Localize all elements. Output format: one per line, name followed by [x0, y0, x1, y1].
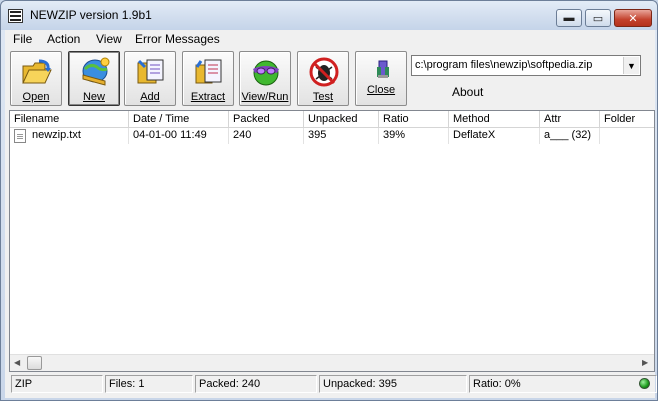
- close-archive-icon: [377, 60, 389, 78]
- add-button[interactable]: Add: [124, 51, 176, 106]
- close-window-button[interactable]: ✕: [614, 9, 652, 27]
- status-archive-type: ZIP: [11, 375, 103, 393]
- app-icon[interactable]: [8, 9, 23, 23]
- title-bar[interactable]: NEWZIP version 1.9b1 ▬ ▭ ✕: [1, 1, 657, 30]
- col-method[interactable]: Method: [449, 111, 540, 128]
- archive-path-dropdown[interactable]: c:\program files\newzip\softpedia.zip ▼: [411, 55, 641, 76]
- horizontal-scrollbar[interactable]: ◀ ▶: [10, 354, 654, 371]
- open-label: Open: [22, 91, 50, 103]
- about-button[interactable]: About: [452, 85, 483, 99]
- status-packed: Packed: 240: [195, 375, 317, 393]
- test-label: Test: [312, 91, 334, 103]
- status-files: Files: 1: [105, 375, 193, 393]
- col-filename[interactable]: Filename: [10, 111, 129, 128]
- view-run-icon: [253, 60, 279, 86]
- scroll-thumb[interactable]: [27, 356, 42, 370]
- status-led-icon: [639, 378, 650, 389]
- new-archive-icon: [82, 57, 110, 86]
- cell-filename: newzip.txt: [10, 128, 129, 144]
- cell-datetime: 04-01-00 11:49: [129, 128, 229, 144]
- filename-text: newzip.txt: [32, 129, 81, 141]
- menu-file[interactable]: File: [13, 32, 32, 46]
- menu-view[interactable]: View: [96, 32, 122, 46]
- scroll-left-icon[interactable]: ◀: [14, 358, 20, 367]
- add-label: Add: [140, 91, 160, 103]
- col-ratio[interactable]: Ratio: [379, 111, 449, 128]
- text-file-icon: [14, 129, 26, 143]
- scroll-right-icon[interactable]: ▶: [642, 358, 648, 367]
- close-label: Close: [366, 84, 396, 96]
- app-window: NEWZIP version 1.9b1 ▬ ▭ ✕ File Action V…: [0, 0, 658, 401]
- menu-action[interactable]: Action: [47, 32, 80, 46]
- status-unpacked: Unpacked: 395: [319, 375, 467, 393]
- new-button[interactable]: New: [68, 51, 120, 106]
- cell-unpacked: 395: [304, 128, 379, 144]
- status-bar: ZIP Files: 1 Packed: 240 Unpacked: 395 R…: [9, 375, 658, 393]
- view-run-button[interactable]: View/Run: [239, 51, 291, 106]
- col-folder[interactable]: Folder: [600, 111, 654, 128]
- list-header: Filename Date / Time Packed Unpacked Rat…: [10, 111, 654, 128]
- archive-path-value: c:\program files\newzip\softpedia.zip: [415, 59, 593, 71]
- main-panel: Open New Add Extract View/Run Test Close…: [5, 48, 658, 398]
- close-archive-button[interactable]: Close: [355, 51, 407, 106]
- menu-error-messages[interactable]: Error Messages: [135, 32, 220, 46]
- new-label: New: [82, 91, 105, 103]
- file-list[interactable]: Filename Date / Time Packed Unpacked Rat…: [9, 110, 655, 372]
- chevron-down-icon[interactable]: ▼: [623, 57, 639, 74]
- col-unpacked[interactable]: Unpacked: [304, 111, 379, 128]
- minimize-button[interactable]: ▬: [556, 9, 582, 27]
- cell-ratio: 39%: [379, 128, 449, 144]
- col-packed[interactable]: Packed: [229, 111, 304, 128]
- cell-method: DeflateX: [449, 128, 540, 144]
- menu-bar: File Action View Error Messages: [5, 30, 655, 48]
- extract-files-icon: [195, 59, 222, 84]
- maximize-button[interactable]: ▭: [585, 9, 611, 27]
- view-run-label: View/Run: [241, 91, 289, 103]
- cell-folder: [600, 128, 654, 144]
- status-ratio: Ratio: 0%: [469, 375, 657, 393]
- extract-label: Extract: [190, 91, 226, 103]
- col-attr[interactable]: Attr: [540, 111, 600, 128]
- col-datetime[interactable]: Date / Time: [129, 111, 229, 128]
- open-folder-icon: [22, 59, 52, 84]
- window-title: NEWZIP version 1.9b1: [30, 8, 152, 22]
- test-button[interactable]: Test: [297, 51, 349, 106]
- cell-packed: 240: [229, 128, 304, 144]
- extract-button[interactable]: Extract: [182, 51, 234, 106]
- cell-attr: a___ (32): [540, 128, 600, 144]
- table-row[interactable]: newzip.txt 04-01-00 11:49 240 395 39% De…: [10, 128, 654, 144]
- open-button[interactable]: Open: [10, 51, 62, 106]
- test-bug-icon: [309, 57, 339, 87]
- add-files-icon: [137, 59, 164, 84]
